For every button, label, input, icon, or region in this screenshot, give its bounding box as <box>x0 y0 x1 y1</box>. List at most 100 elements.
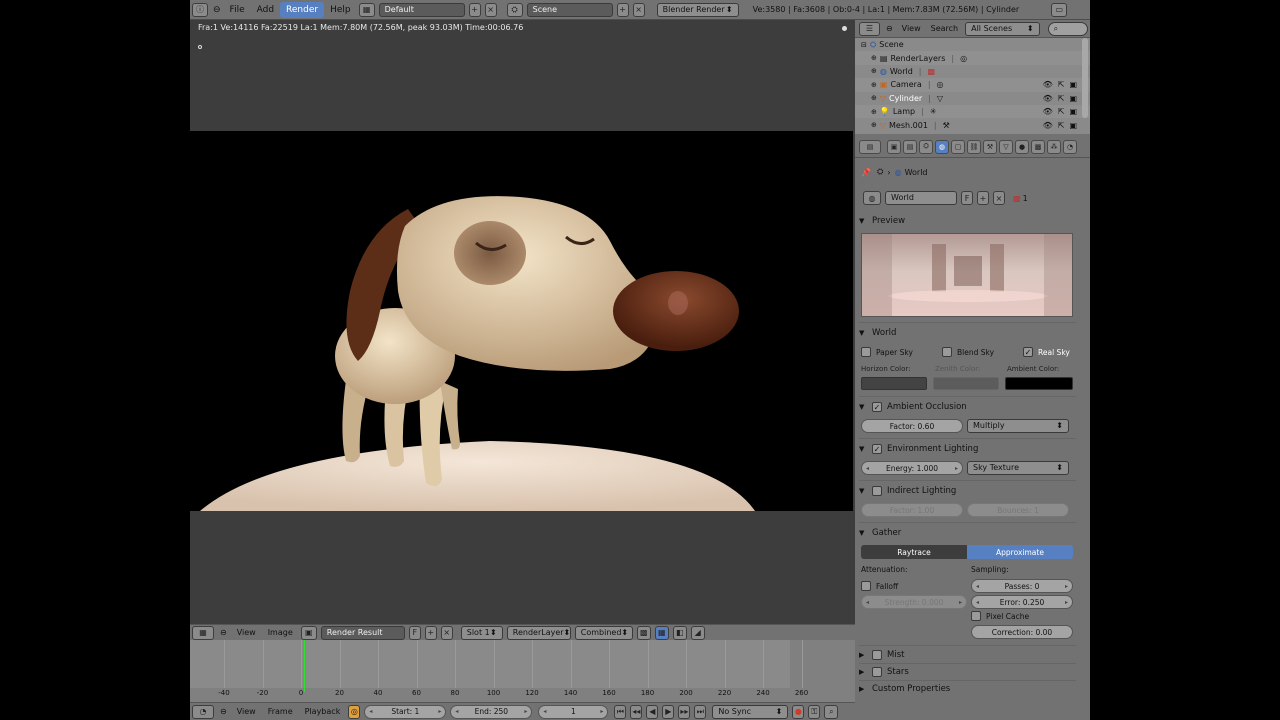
env-source-dropdown[interactable]: Sky Texture ⬍ <box>967 461 1069 475</box>
expand-icon[interactable]: ▶ <box>859 668 867 676</box>
falloff-checkbox[interactable] <box>861 581 871 591</box>
menu-view-2[interactable]: View <box>231 707 262 716</box>
menu-playback[interactable]: Playback <box>299 707 347 716</box>
gather-panel-header[interactable]: ▼ Gather <box>859 525 1076 541</box>
outliner-menu-search[interactable]: Search <box>926 24 963 33</box>
start-frame-field[interactable]: ◂ Start: 1 ▸ <box>364 704 447 719</box>
render-pass-dropdown[interactable]: Combined ⬍ <box>574 625 633 640</box>
pixel-cache-checkbox[interactable] <box>971 611 981 621</box>
restrict-icons[interactable]: 👁⇱▣ <box>1043 107 1082 116</box>
horizon-color-swatch[interactable] <box>861 377 927 390</box>
keyset-icon[interactable]: ⚿ <box>808 704 821 719</box>
add-scene-icon[interactable]: + <box>616 2 629 17</box>
expand-icon[interactable]: ⊕ <box>871 81 877 89</box>
env-checkbox[interactable]: ✓ <box>872 444 882 454</box>
stars-checkbox[interactable] <box>872 667 882 677</box>
scene-field[interactable]: Scene <box>526 2 613 17</box>
world-tab-icon[interactable]: ◍ <box>935 139 949 154</box>
blend-sky-checkbox[interactable] <box>942 347 952 357</box>
menu-view[interactable]: View <box>231 628 262 637</box>
play-icon[interactable]: ▶ <box>662 704 675 719</box>
collapse-icon[interactable]: ▼ <box>859 445 867 453</box>
material-tab-icon[interactable]: ● <box>1015 139 1029 154</box>
outliner-display-dropdown[interactable]: All Scenes ⬍ <box>965 21 1040 36</box>
expand-icon[interactable]: ⊕ <box>871 121 877 129</box>
indirect-checkbox[interactable] <box>872 486 882 496</box>
restrict-icons[interactable]: 👁⇱▣ <box>1043 94 1082 103</box>
outliner-menu-view[interactable]: View <box>897 24 926 33</box>
world-name-field[interactable]: World <box>885 191 957 205</box>
menu-add[interactable]: Add <box>251 2 280 18</box>
unlink-image-icon[interactable]: × <box>440 625 453 640</box>
properties-editor[interactable]: 📌 ⛭ › ◍ World ◍ World F + × ▩ 1 ▼ Preview <box>855 158 1090 720</box>
timeline-editor-type-icon[interactable]: ◔ <box>192 704 214 719</box>
render-tab-icon[interactable]: ▣ <box>887 139 901 154</box>
paper-sky-checkbox[interactable] <box>861 347 871 357</box>
indirect-panel-header[interactable]: ▼ Indirect Lighting <box>859 483 1076 499</box>
indirect-factor-field[interactable]: Factor: 1.00 <box>861 503 963 517</box>
sync-dropdown[interactable]: No Sync ⬍ <box>712 704 789 719</box>
window-icon[interactable]: ▭ <box>1051 2 1068 17</box>
editor-type-icon[interactable]: ▦ <box>192 625 214 640</box>
outliner-row-renderlayers[interactable]: ⊕ ▤ RenderLayers | ◎ <box>855 51 1090 65</box>
keyframe-icon[interactable]: ⌕ <box>824 704 839 719</box>
screen-layout-field[interactable]: Default <box>378 2 465 17</box>
world-new-icon[interactable]: + <box>977 191 989 205</box>
menu-help[interactable]: Help <box>324 2 357 18</box>
env-panel-header[interactable]: ▼ ✓ Environment Lighting <box>859 441 1076 457</box>
collapse-icon[interactable]: ▼ <box>859 329 867 337</box>
outliner-row-camera[interactable]: ⊕ ▣ Camera | ◎ 👁⇱▣ <box>855 78 1090 92</box>
mist-panel-header[interactable]: ▶ Mist <box>859 647 1076 663</box>
correction-field[interactable]: Correction: 0.00 <box>971 625 1073 639</box>
outliner-row-scene[interactable]: ⊟ ⛭ Scene <box>855 38 1090 51</box>
error-field[interactable]: ◂ Error: 0.250 ▸ <box>971 595 1073 609</box>
collapse-menu-icon[interactable]: ⊖ <box>210 2 224 18</box>
menu-image[interactable]: Image <box>262 628 299 637</box>
expand-icon[interactable]: ⊕ <box>871 108 877 116</box>
env-energy-field[interactable]: ◂ Energy: 1.000 ▸ <box>861 461 963 475</box>
jump-keyframe-forward-icon[interactable]: ▸▸ <box>678 704 691 719</box>
data-tab-icon[interactable]: ▽ <box>999 139 1013 154</box>
physics-tab-icon[interactable]: ◔ <box>1063 139 1077 154</box>
outliner[interactable]: ⊟ ⛭ Scene ⊕ ▤ RenderLayers | ◎ ⊕ ◍ World… <box>855 38 1090 134</box>
outliner-row-world[interactable]: ⊕ ◍ World | ▩ <box>855 65 1090 78</box>
restrict-icons[interactable]: 👁⇱▣ <box>1043 121 1082 130</box>
ao-blend-dropdown[interactable]: Multiply ⬍ <box>967 419 1069 433</box>
ao-factor-field[interactable]: Factor: 0.60 <box>861 419 963 433</box>
collapse-menu-icon-2[interactable]: ⊖ <box>216 628 231 637</box>
fake-user-button[interactable]: F <box>408 625 421 640</box>
properties-editor-type-icon[interactable]: ▤ <box>859 139 881 154</box>
custom-props-panel-header[interactable]: ▶ Custom Properties <box>859 681 1076 697</box>
ambient-color-swatch[interactable] <box>1005 377 1073 390</box>
stars-panel-header[interactable]: ▶ Stars <box>859 664 1076 680</box>
menu-file[interactable]: File <box>224 2 251 18</box>
world-fake-user-button[interactable]: F <box>961 191 973 205</box>
jump-start-icon[interactable]: ⏮ <box>614 704 627 719</box>
object-tab-icon[interactable]: ▢ <box>951 139 965 154</box>
image-browse-icon[interactable]: ▣ <box>300 625 317 640</box>
indirect-bounces-field[interactable]: Bounces: 1 <box>967 503 1069 517</box>
world-unlink-icon[interactable]: × <box>993 191 1005 205</box>
draw-image-icon[interactable]: ▩ <box>636 625 651 640</box>
outliner-row-mesh001[interactable]: ⊕ ▽ Mesh.001 | ⚒ 👁⇱▣ <box>855 118 1090 131</box>
mist-checkbox[interactable] <box>872 650 882 660</box>
draw-color-icon[interactable]: ◢ <box>690 625 705 640</box>
info-editor-icon[interactable]: ⓘ <box>192 2 208 17</box>
draw-zbuffer-icon[interactable]: ◧ <box>672 625 687 640</box>
preview-panel-header[interactable]: ▼ Preview <box>859 213 1076 229</box>
renderlayers-tab-icon[interactable]: ▤ <box>903 139 917 154</box>
remove-layout-icon[interactable]: × <box>484 2 497 17</box>
current-frame-line[interactable] <box>304 640 305 692</box>
outliner-search-field[interactable]: ⌕ <box>1047 21 1088 36</box>
render-engine-dropdown[interactable]: Blender Render ⬍ <box>656 2 739 17</box>
screen-layout-icon[interactable]: ▦ <box>358 2 375 17</box>
texture-tab-icon[interactable]: ▩ <box>1031 139 1045 154</box>
outliner-row-lamp[interactable]: ⊕ 💡 Lamp | ✳ 👁⇱▣ <box>855 104 1090 119</box>
expand-icon[interactable]: ▶ <box>859 685 867 693</box>
current-frame-field[interactable]: ◂ 1 ▸ <box>538 704 609 719</box>
particles-tab-icon[interactable]: ⁂ <box>1047 139 1061 154</box>
ao-checkbox[interactable]: ✓ <box>872 402 882 412</box>
world-browse-icon[interactable]: ◍ <box>863 191 881 205</box>
image-name-field[interactable]: Render Result <box>320 625 405 640</box>
keying-icon[interactable]: ◎ <box>348 704 361 719</box>
